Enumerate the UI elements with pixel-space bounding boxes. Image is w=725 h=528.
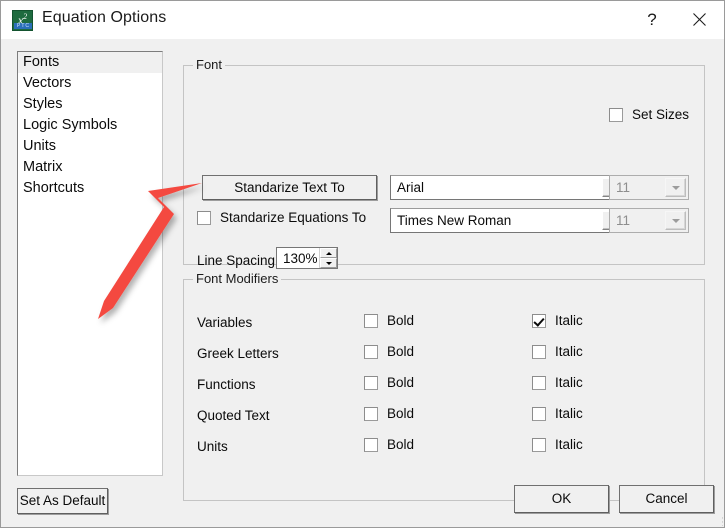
units-bold-checkbox-box[interactable] (364, 437, 378, 452)
dialog-body: Fonts Vectors Styles Logic Symbols Units… (1, 39, 724, 527)
sidebar-item-units[interactable]: Units (18, 136, 162, 157)
category-list[interactable]: Fonts Vectors Styles Logic Symbols Units… (17, 51, 163, 476)
line-spacing-spin-buttons[interactable] (319, 248, 337, 268)
chevron-up-icon (325, 251, 332, 255)
title-bar: x2 PTC Equation Options ? (1, 1, 724, 40)
greek-letters-bold-checkbox-box[interactable] (364, 344, 378, 359)
chevron-down-icon (325, 261, 332, 265)
text-size-value: 11 (616, 180, 631, 195)
set-sizes-checkbox[interactable]: Set Sizes (609, 107, 689, 122)
modifier-row-label-functions: Functions (197, 377, 256, 392)
spin-up-button[interactable] (320, 248, 337, 258)
app-icon-tag: PTC (14, 23, 32, 29)
text-font-value: Arial (397, 180, 425, 195)
sidebar-item-matrix[interactable]: Matrix (18, 157, 162, 178)
quoted-text-bold-label: Bold (387, 406, 415, 421)
variables-bold-label: Bold (387, 313, 415, 328)
greek-letters-bold-checkbox[interactable]: Bold (364, 344, 414, 359)
app-icon-superscript: 2 (23, 12, 28, 21)
set-sizes-label: Set Sizes (632, 107, 690, 122)
set-sizes-checkbox-box[interactable] (609, 107, 623, 122)
quoted-text-italic-label: Italic (555, 406, 583, 421)
help-button[interactable]: ? (631, 1, 673, 38)
quoted-text-bold-checkbox-box[interactable] (364, 406, 378, 421)
functions-italic-label: Italic (555, 375, 583, 390)
text-font-combobox[interactable]: Arial (390, 175, 626, 200)
chevron-down-icon (671, 185, 680, 190)
equation-font-value: Times New Roman (397, 213, 512, 228)
text-size-dropdown-arrow[interactable] (665, 178, 686, 197)
variables-bold-checkbox[interactable]: Bold (364, 313, 414, 328)
variables-italic-checkbox-box[interactable] (532, 313, 546, 328)
close-icon (693, 13, 706, 26)
font-modifiers-group: Font Modifiers Variables Bold Italic Gre… (183, 272, 705, 501)
standardize-equations-checkbox[interactable]: Standarize Equations To (197, 210, 366, 225)
font-modifiers-group-title: Font Modifiers (193, 272, 282, 286)
greek-letters-bold-label: Bold (387, 344, 415, 359)
chevron-down-icon (671, 218, 680, 223)
font-group: Font Set Sizes Standarize Text To Arial … (183, 58, 705, 269)
greek-letters-italic-checkbox-box[interactable] (532, 344, 546, 359)
equation-size-value: 11 (616, 213, 631, 228)
modifier-row-label-quoted-text: Quoted Text (197, 408, 270, 423)
standardize-equations-label: Standarize Equations To (220, 210, 367, 225)
set-as-default-button[interactable]: Set As Default (17, 488, 108, 514)
functions-italic-checkbox[interactable]: Italic (532, 375, 583, 390)
equation-font-combobox[interactable]: Times New Roman (390, 208, 626, 233)
equation-size-combobox[interactable]: 11 (609, 208, 689, 233)
greek-letters-italic-checkbox[interactable]: Italic (532, 344, 583, 359)
units-italic-checkbox-box[interactable] (532, 437, 546, 452)
text-size-combobox[interactable]: 11 (609, 175, 689, 200)
line-spacing-stepper[interactable]: 130% (276, 247, 338, 269)
variables-italic-label: Italic (555, 313, 583, 328)
variables-bold-checkbox-box[interactable] (364, 313, 378, 328)
quoted-text-bold-checkbox[interactable]: Bold (364, 406, 414, 421)
sidebar-item-styles[interactable]: Styles (18, 94, 162, 115)
ok-button[interactable]: OK (514, 485, 609, 513)
functions-bold-checkbox[interactable]: Bold (364, 375, 414, 390)
units-italic-label: Italic (555, 437, 583, 452)
units-bold-checkbox[interactable]: Bold (364, 437, 414, 452)
resize-grip[interactable] (709, 512, 723, 526)
sidebar-item-shortcuts[interactable]: Shortcuts (18, 178, 162, 199)
standardize-equations-checkbox-box[interactable] (197, 210, 211, 225)
close-button[interactable] (673, 1, 724, 38)
quoted-text-italic-checkbox-box[interactable] (532, 406, 546, 421)
modifier-row-label-greek-letters: Greek Letters (197, 346, 279, 361)
window-title: Equation Options (42, 9, 167, 26)
quoted-text-italic-checkbox[interactable]: Italic (532, 406, 583, 421)
font-group-title: Font (193, 58, 226, 72)
equation-options-dialog: x2 PTC Equation Options ? Fonts Vectors … (0, 0, 725, 528)
functions-bold-label: Bold (387, 375, 415, 390)
sidebar-item-logic-symbols[interactable]: Logic Symbols (18, 115, 162, 136)
units-bold-label: Bold (387, 437, 415, 452)
equation-size-dropdown-arrow[interactable] (665, 211, 686, 230)
sidebar-item-vectors[interactable]: Vectors (18, 73, 162, 94)
functions-italic-checkbox-box[interactable] (532, 375, 546, 390)
line-spacing-value: 130% (283, 250, 318, 266)
standardize-text-button[interactable]: Standarize Text To (202, 175, 377, 200)
functions-bold-checkbox-box[interactable] (364, 375, 378, 390)
spin-down-button[interactable] (320, 258, 337, 268)
sidebar-item-fonts[interactable]: Fonts (18, 52, 162, 73)
modifier-row-label-units: Units (197, 439, 228, 454)
variables-italic-checkbox[interactable]: Italic (532, 313, 583, 328)
cancel-button[interactable]: Cancel (619, 485, 714, 513)
modifier-row-label-variables: Variables (197, 315, 253, 330)
units-italic-checkbox[interactable]: Italic (532, 437, 583, 452)
line-spacing-label: Line Spacing (197, 253, 276, 268)
app-icon: x2 PTC (12, 10, 33, 31)
greek-letters-italic-label: Italic (555, 344, 583, 359)
